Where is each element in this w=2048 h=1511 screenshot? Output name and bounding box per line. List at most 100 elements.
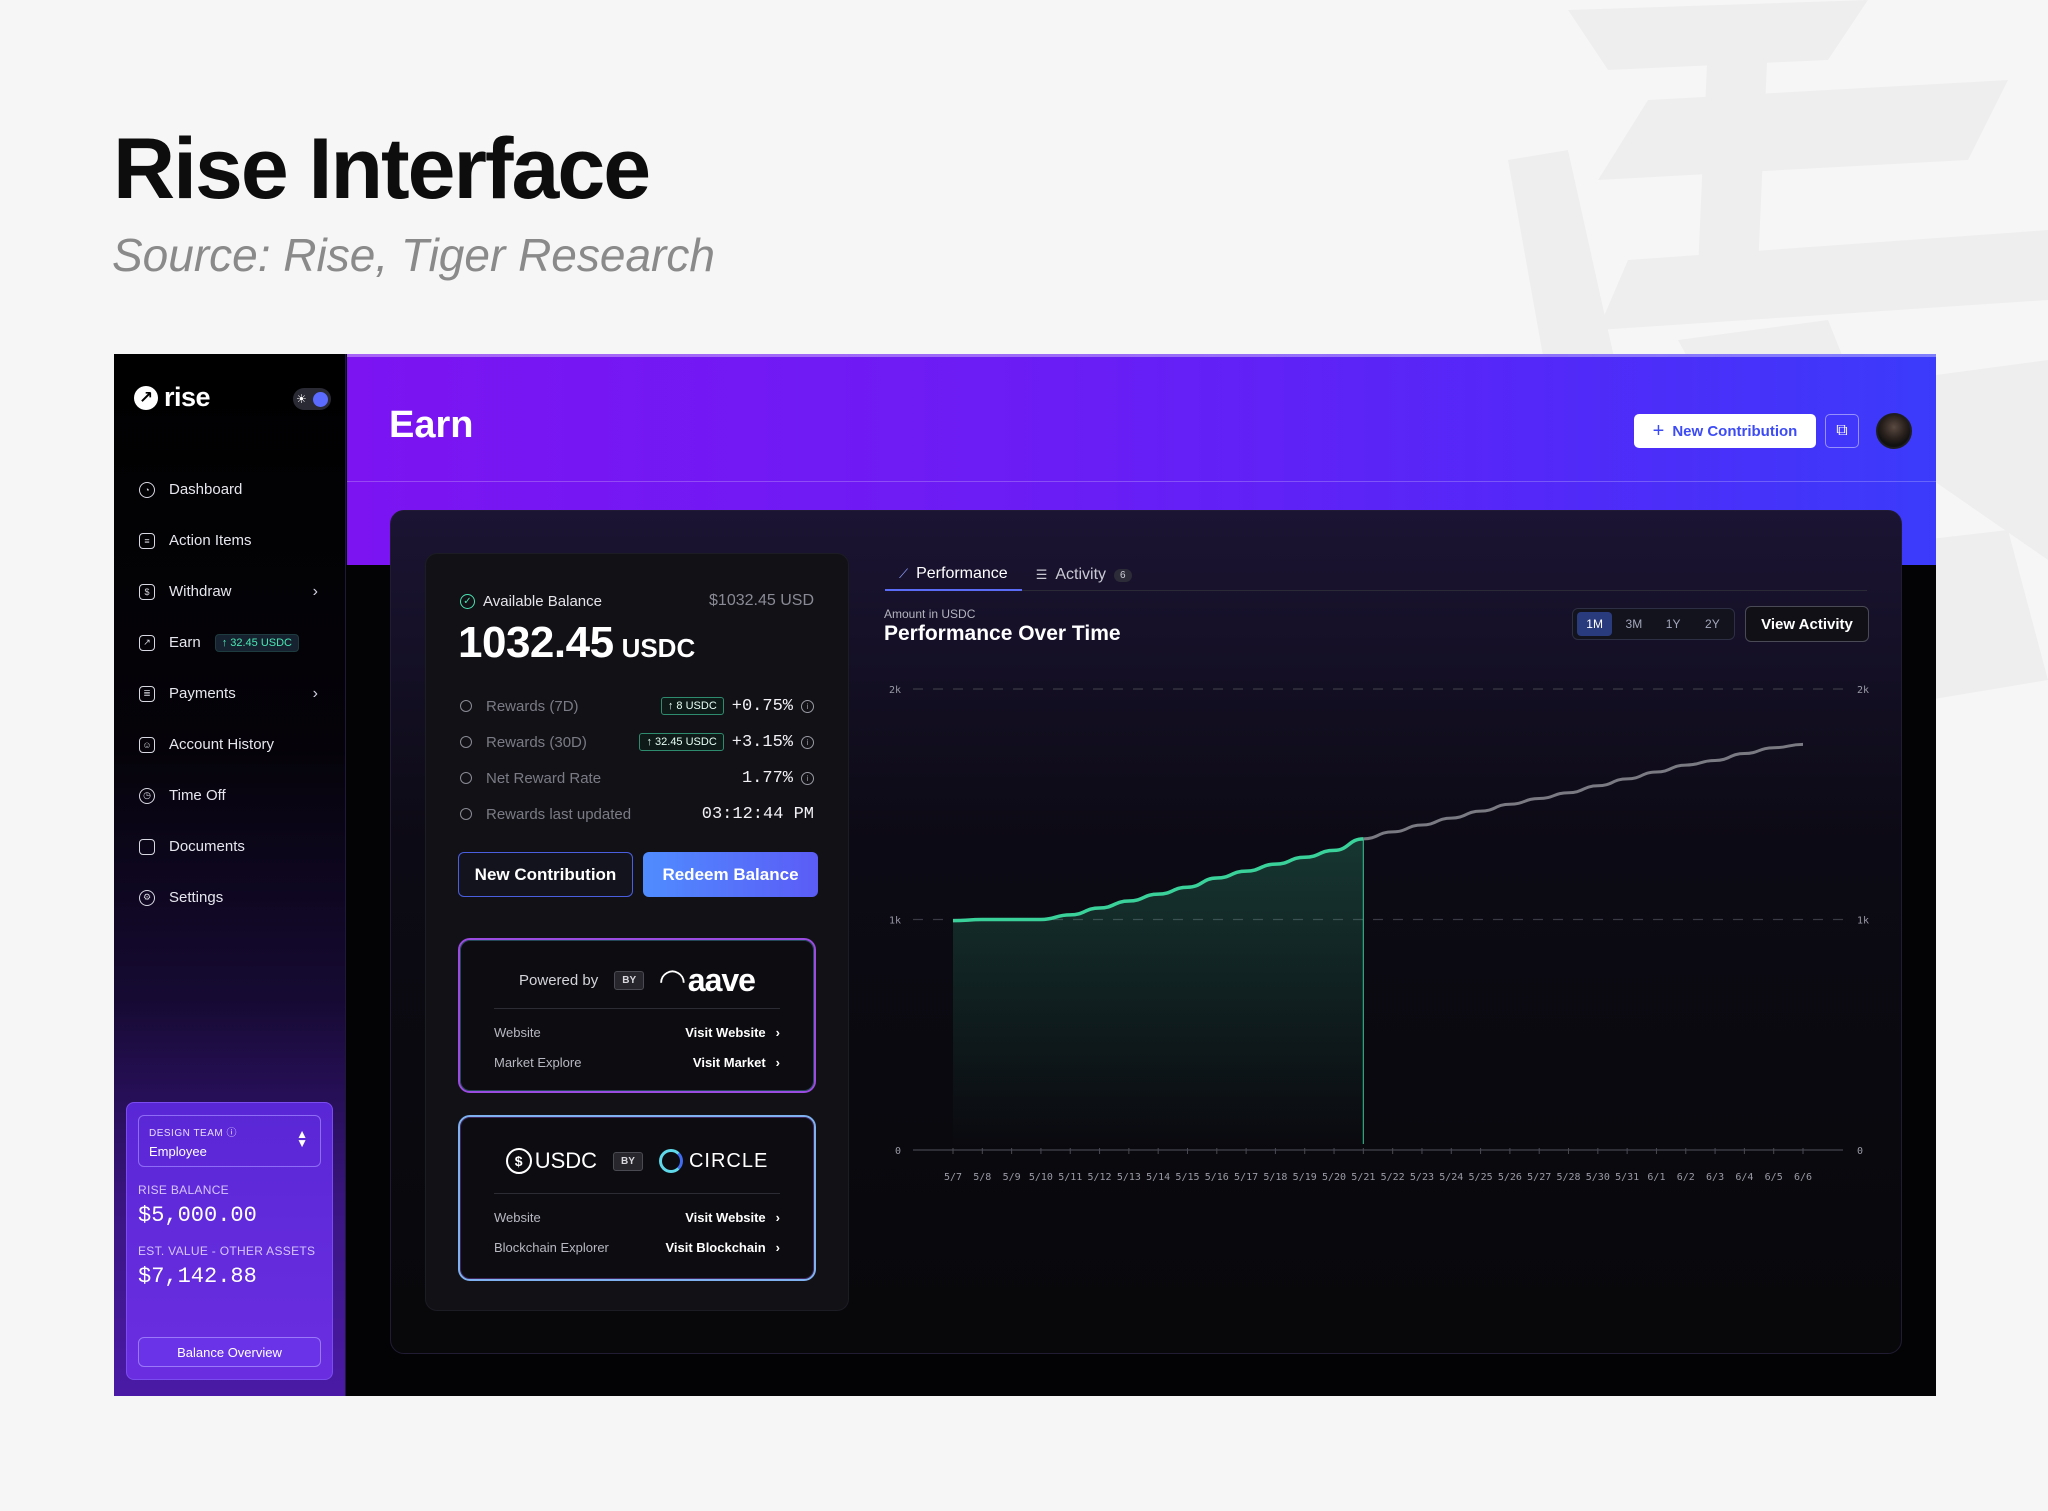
visit-market-link[interactable]: Visit Market › — [693, 1055, 780, 1070]
chart-icon: ↗ — [139, 634, 155, 651]
stat-row: Rewards (7D) ↑ 8 USDC +0.75% i — [460, 688, 814, 724]
provider-row-key: Website — [494, 1024, 541, 1040]
projected-series-line — [1363, 742, 1804, 841]
withdraw-icon: $ — [139, 583, 155, 600]
new-contribution-button[interactable]: + New Contribution — [1634, 414, 1816, 448]
tab-performance[interactable]: ⟋ Performance — [885, 559, 1022, 591]
line-chart-icon: ⟋ — [899, 566, 909, 581]
sidebar-item-documents[interactable]: Documents — [114, 821, 346, 872]
avatar[interactable] — [1876, 413, 1912, 449]
activity-count-badge: 6 — [1114, 568, 1132, 582]
x-tick-label: 5/26 — [1498, 1172, 1522, 1183]
sidebar-nav: ◔ Dashboard ≡ Action Items $ Withdraw › … — [114, 464, 346, 923]
new-contribution-card-button[interactable]: New Contribution — [458, 852, 633, 897]
by-tag: BY — [613, 1151, 643, 1171]
sidebar-item-withdraw[interactable]: $ Withdraw › — [114, 566, 346, 617]
by-tag: BY — [614, 970, 645, 990]
x-tick-label: 5/23 — [1410, 1172, 1434, 1183]
stat-value: +0.75% — [731, 696, 793, 716]
external-link-button[interactable]: ⧉ — [1825, 414, 1859, 448]
team-selector[interactable]: DESIGN TEAM ⓘ Employee ▲ ▼ — [138, 1115, 321, 1167]
sidebar-item-label: Action Items — [169, 532, 252, 549]
usdc-coin-icon: $ — [505, 1148, 532, 1174]
tab-label: Activity — [1055, 566, 1107, 583]
balance-number: 1032.45 — [458, 618, 614, 667]
x-tick-label: 5/18 — [1263, 1172, 1287, 1183]
checklist-icon: ≡ — [139, 532, 155, 549]
account-history-icon: ☺ — [139, 736, 155, 753]
provider-row-key: Market Explore — [494, 1054, 582, 1070]
visit-website-link[interactable]: Visit Website › — [685, 1210, 780, 1225]
slide-title: Rise Interface — [113, 121, 651, 217]
x-tick-label: 5/28 — [1556, 1172, 1580, 1183]
provider-row-key: Blockchain Explorer — [494, 1239, 609, 1255]
redeem-balance-button[interactable]: Redeem Balance — [643, 852, 818, 897]
team-role: Employee — [149, 1144, 207, 1159]
theme-toggle[interactable]: ☀ — [293, 388, 331, 410]
y-tick-label-right: 0 — [1857, 1146, 1863, 1157]
payments-icon: ≣ — [139, 685, 155, 702]
divider — [494, 1193, 780, 1194]
range-3m[interactable]: 3M — [1616, 612, 1651, 636]
x-tick-label: 5/19 — [1293, 1172, 1317, 1183]
x-tick-label: 5/7 — [944, 1172, 962, 1183]
x-tick-label: 6/4 — [1735, 1172, 1753, 1183]
tab-label: Performance — [916, 565, 1008, 582]
sidebar-item-label: Earn — [169, 634, 201, 651]
view-activity-button[interactable]: View Activity — [1745, 606, 1869, 642]
x-tick-label: 5/31 — [1615, 1172, 1639, 1183]
sidebar-item-dashboard[interactable]: ◔ Dashboard — [114, 464, 346, 515]
x-tick-label: 5/24 — [1439, 1172, 1463, 1183]
info-icon: ⓘ — [226, 1128, 237, 1139]
x-tick-label: 5/13 — [1117, 1172, 1141, 1183]
visit-blockchain-link[interactable]: Visit Blockchain › — [665, 1240, 780, 1255]
reward-chip: ↑ 8 USDC — [660, 697, 724, 715]
sidebar-item-time-off[interactable]: ◷ Time Off — [114, 770, 346, 821]
x-tick-label: 5/15 — [1175, 1172, 1199, 1183]
sidebar-item-settings[interactable]: ⚙ Settings — [114, 872, 346, 923]
clock-icon — [460, 808, 472, 820]
provider-row-key: Website — [494, 1209, 541, 1225]
rise-logo[interactable]: ↗ rise — [134, 382, 211, 413]
x-tick-label: 5/30 — [1586, 1172, 1610, 1183]
usdc-logo-text: USDC — [534, 1148, 598, 1173]
chart-subtitle: Amount in USDC — [884, 607, 976, 621]
x-tick-label: 6/1 — [1647, 1172, 1665, 1183]
sidebar-item-account-history[interactable]: ☺ Account History — [114, 719, 346, 770]
balance-amount: 1032.45 USDC — [458, 618, 695, 668]
info-icon[interactable]: i — [801, 735, 814, 749]
sidebar-item-earn[interactable]: ↗ Earn ↑ 32.45 USDC — [114, 617, 346, 668]
plus-icon: + — [1652, 419, 1665, 442]
range-1y[interactable]: 1Y — [1656, 612, 1691, 636]
range-1m[interactable]: 1M — [1577, 612, 1613, 636]
chevron-right-icon: › — [775, 1054, 780, 1070]
sidebar-item-label: Dashboard — [169, 481, 243, 498]
range-2y[interactable]: 2Y — [1695, 612, 1730, 636]
x-tick-label: 5/25 — [1469, 1172, 1493, 1183]
x-tick-label: 5/27 — [1527, 1172, 1551, 1183]
chevron-right-icon: › — [775, 1209, 780, 1225]
est-value-value: $7,142.88 — [138, 1264, 257, 1289]
x-tick-label: 5/17 — [1234, 1172, 1258, 1183]
external-link-icon: ⧉ — [1836, 422, 1848, 439]
info-icon[interactable]: i — [801, 771, 814, 785]
visit-website-link[interactable]: Visit Website › — [685, 1025, 780, 1040]
check-circle-icon: ✓ — [460, 593, 475, 609]
sidebar-item-label: Time Off — [169, 787, 226, 804]
sidebar-item-action-items[interactable]: ≡ Action Items — [114, 515, 346, 566]
slide-source: Source: Rise, Tiger Research — [112, 229, 715, 281]
tab-activity[interactable]: ☰ Activity 6 — [1022, 559, 1146, 591]
reward-icon — [460, 700, 472, 712]
actual-area — [953, 838, 1364, 1150]
circle-logo: CIRCLE — [658, 1149, 768, 1173]
document-icon — [139, 838, 155, 855]
balance-overview-button[interactable]: Balance Overview — [138, 1337, 321, 1367]
sidebar-item-payments[interactable]: ≣ Payments › — [114, 668, 346, 719]
header-divider — [347, 481, 1936, 482]
info-icon[interactable]: i — [801, 699, 814, 713]
toggle-knob — [313, 391, 328, 407]
balance-unit: USDC — [621, 633, 696, 663]
stat-label: Rewards (30D) — [486, 733, 587, 751]
link-label: Visit Market — [692, 1054, 766, 1070]
y-tick-label-left: 1k — [889, 916, 901, 927]
